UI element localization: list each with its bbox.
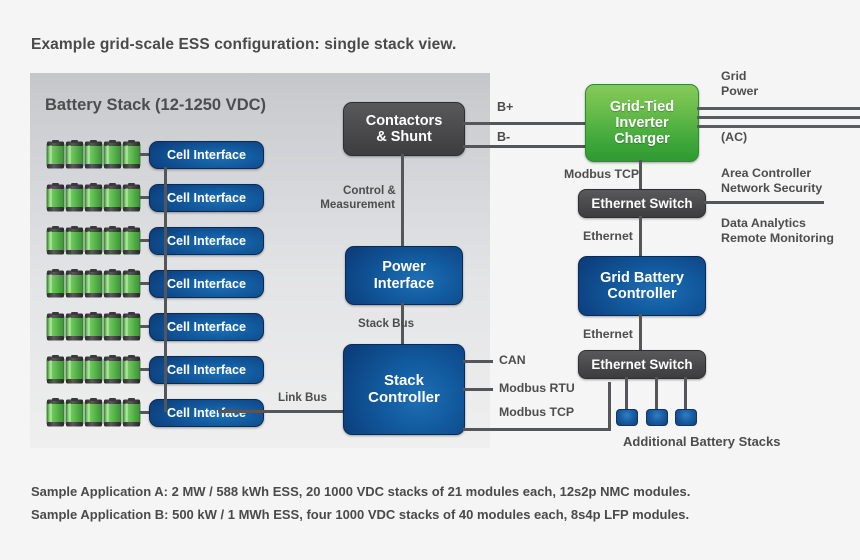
ethernet-switch-bottom-node[interactable]: Ethernet Switch <box>578 350 706 379</box>
grid-power-line2: Power <box>721 83 759 98</box>
battery-stack-heading: Battery Stack (12-1250 VDC) <box>45 96 267 114</box>
grid-tied-inverter-charger-node[interactable]: Grid-Tied Inverter Charger <box>585 84 699 162</box>
control-measurement-label: Control & Measurement <box>320 184 396 212</box>
ethernet-upper-wire <box>639 216 642 256</box>
stack-bus-label: Stack Bus <box>358 317 415 330</box>
ac-label: (AC) <box>721 130 748 144</box>
stack-controller-line2: Controller <box>368 388 440 406</box>
grid-battery-controller-line2: Controller <box>607 286 677 302</box>
cell-interface-label: Cell Interface <box>166 147 247 162</box>
area-controller-line2: Network Security <box>721 180 823 195</box>
power-interface-line2: Interface <box>373 275 435 292</box>
modbus-rtu-label: Modbus RTU <box>499 381 575 395</box>
inverter-line2: Inverter <box>615 114 669 131</box>
additional-stack-wire-1 <box>625 377 628 410</box>
inverter-line1: Grid-Tied <box>609 98 675 115</box>
modbus-rtu-wire <box>463 388 493 391</box>
footer-sample-application-a: Sample Application A: 2 MW / 588 kWh ESS… <box>31 484 691 499</box>
battery-cluster <box>46 140 142 170</box>
battery-cluster <box>46 269 142 299</box>
additional-battery-stack-node-1[interactable] <box>616 409 638 426</box>
ethernet-switch-top-node[interactable]: Ethernet Switch <box>578 189 706 218</box>
cell-interface-label: Cell Interface <box>166 405 247 420</box>
power-interface-node[interactable]: Power Interface <box>345 246 463 305</box>
diagram-canvas: Example grid-scale ESS configuration: si… <box>0 0 860 560</box>
battery-cluster <box>46 398 142 428</box>
link-bus-label: Link Bus <box>278 391 327 404</box>
b-minus-label: B- <box>497 130 511 144</box>
b-plus-label: B+ <box>497 100 514 114</box>
power-interface-line1: Power <box>382 259 426 276</box>
contactors-label-line2: & Shunt <box>376 129 432 145</box>
grid-power-label: Grid Power <box>721 69 758 99</box>
data-analytics-label: Data Analytics Remote Monitoring <box>721 216 834 246</box>
ethernet-lower-wire <box>639 314 642 350</box>
data-analytics-line2: Remote Monitoring <box>721 230 834 245</box>
battery-cluster <box>46 183 142 213</box>
grid-ac-line-2 <box>697 116 860 119</box>
battery-cluster <box>46 226 142 256</box>
control-measurement-line2: Measurement <box>320 197 395 211</box>
contactors-label-line1: Contactors <box>365 112 443 129</box>
stack-controller-line1: Stack <box>383 371 424 389</box>
grid-battery-controller-node[interactable]: Grid Battery Controller <box>578 256 706 316</box>
link-bus-wire <box>218 410 346 413</box>
modbus-tcp-inverter-label: Modbus TCP <box>564 167 640 181</box>
cell-interface-node[interactable]: Cell Interface <box>149 141 264 169</box>
can-label: CAN <box>499 353 526 367</box>
cell-interface-label: Cell Interface <box>166 362 247 377</box>
footer-sample-application-b: Sample Application B: 500 kW / 1 MWh ESS… <box>31 507 690 522</box>
ethernet-switch-bottom-label: Ethernet Switch <box>591 357 693 372</box>
data-analytics-line1: Data Analytics <box>721 216 806 230</box>
inverter-line3: Charger <box>614 131 670 148</box>
can-wire <box>463 360 493 363</box>
area-controller-line1: Area Controller <box>721 166 812 180</box>
cell-interface-label: Cell Interface <box>166 319 247 334</box>
grid-ac-line-1 <box>697 107 860 110</box>
b-plus-wire <box>463 122 585 125</box>
battery-cluster <box>46 312 142 342</box>
cell-interface-label: Cell Interface <box>166 190 247 205</box>
modbus-tcp-wire-horizontal <box>463 428 611 431</box>
modbus-tcp-wire-vertical <box>608 382 611 430</box>
grid-power-line1: Grid <box>721 69 747 83</box>
additional-stacks-label: Additional Battery Stacks <box>623 434 781 449</box>
contactors-and-shunt-node[interactable]: Contactors & Shunt <box>343 102 465 156</box>
additional-stack-wire-3 <box>684 377 687 410</box>
cell-interface-label: Cell Interface <box>166 276 247 291</box>
area-controller-wire <box>704 201 824 204</box>
cell-interface-vertical-bus <box>164 167 167 412</box>
ethernet-switch-top-label: Ethernet Switch <box>591 196 693 211</box>
area-controller-label: Area Controller Network Security <box>721 166 822 196</box>
additional-battery-stack-node-3[interactable] <box>675 409 697 426</box>
control-measurement-wire <box>401 154 404 246</box>
additional-stack-wire-2 <box>655 377 658 410</box>
additional-battery-stack-node-2[interactable] <box>646 409 668 426</box>
cell-interface-label: Cell Interface <box>166 233 247 248</box>
grid-ac-line-3 <box>697 125 860 128</box>
b-minus-wire <box>463 145 585 148</box>
control-measurement-line1: Control & <box>343 184 396 197</box>
page-title: Example grid-scale ESS configuration: si… <box>31 36 457 53</box>
modbus-tcp-inverter-wire <box>639 160 642 189</box>
ethernet-upper-label: Ethernet <box>583 229 633 243</box>
stack-controller-node[interactable]: Stack Controller <box>343 344 465 435</box>
battery-cluster <box>46 355 142 385</box>
ethernet-lower-label: Ethernet <box>583 327 633 341</box>
grid-battery-controller-line1: Grid Battery <box>600 269 684 286</box>
modbus-tcp-stack-label: Modbus TCP <box>499 405 575 419</box>
